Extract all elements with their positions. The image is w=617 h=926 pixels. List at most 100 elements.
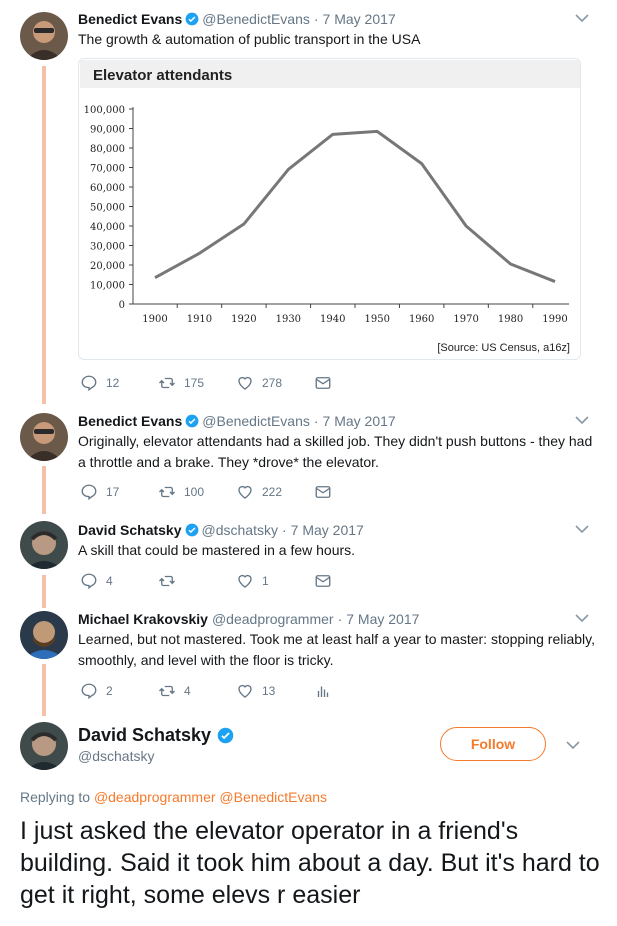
x-tick-label: 1970 — [453, 314, 478, 325]
author-name[interactable]: David Schatsky — [78, 723, 211, 747]
tweet-date[interactable]: 7 May 2017 — [323, 9, 396, 29]
x-tick-label: 1920 — [231, 314, 256, 325]
chevron-down-icon[interactable] — [575, 524, 589, 534]
separator: · — [313, 413, 319, 429]
chevron-down-icon[interactable] — [575, 415, 589, 425]
main-author[interactable]: David Schatsky — [78, 723, 237, 747]
verified-badge-icon — [185, 414, 199, 428]
separator: · — [337, 611, 343, 627]
follow-button[interactable]: Follow — [440, 727, 546, 761]
verified-badge-icon — [217, 727, 234, 744]
direct-message-button[interactable] — [314, 572, 344, 590]
x-tick-label: 1930 — [276, 314, 301, 325]
chart-card[interactable]: Elevator attendants 0 10,000 20,000 30,000 4… — [78, 58, 581, 360]
replying-prefix: Replying to — [20, 789, 91, 805]
reply-icon — [81, 683, 97, 700]
x-axis: 1900 1910 1920 1930 1940 1950 1960 1970 1980 1990 — [133, 303, 569, 325]
analytics-button[interactable] — [314, 682, 344, 700]
like-button[interactable]: 13 — [236, 682, 314, 700]
verified-badge-icon — [185, 12, 199, 26]
retweet-button[interactable]: 100 — [158, 483, 236, 501]
like-count: 278 — [262, 376, 283, 390]
author-handle[interactable]: @dschatsky — [78, 748, 154, 764]
separator: · — [313, 11, 319, 27]
x-tick-label: 1900 — [142, 314, 167, 325]
direct-message-button[interactable] — [314, 374, 344, 392]
chart-source: [Source: US Census, a16z] — [437, 342, 570, 354]
tweet-text: Learned, but not mastered. Took me at le… — [78, 631, 595, 668]
separator: · — [281, 522, 287, 538]
reply-count: 4 — [106, 574, 113, 588]
avatar[interactable] — [20, 12, 68, 60]
author-handle[interactable]: @BenedictEvans — [202, 9, 310, 29]
thread-line — [42, 664, 46, 716]
direct-message-button[interactable] — [314, 483, 344, 501]
reply-icon — [81, 484, 97, 501]
main-tweet-text: I just asked the elevator operator in a … — [20, 817, 600, 909]
y-tick-label: 60,000 — [90, 183, 125, 194]
replying-mentions[interactable]: @deadprogrammer @BenedictEvans — [94, 789, 327, 805]
like-count: 222 — [262, 485, 283, 499]
like-button[interactable]: 1 — [236, 572, 314, 590]
avatar[interactable] — [20, 722, 68, 770]
reply-button[interactable]: 12 — [80, 374, 158, 392]
retweet-button[interactable]: 4 — [158, 682, 236, 700]
avatar[interactable] — [20, 413, 68, 461]
series — [154, 129, 556, 283]
avatar[interactable] — [20, 611, 68, 659]
x-tick-label: 1950 — [364, 314, 389, 325]
chevron-down-icon[interactable] — [566, 740, 580, 750]
retweet-icon — [159, 685, 175, 697]
y-tick-label: 30,000 — [90, 242, 125, 253]
avatar[interactable] — [20, 521, 68, 569]
tweet-date[interactable]: 7 May 2017 — [291, 520, 364, 540]
tweet[interactable]: Benedict Evans @BenedictEvans · 7 May 20… — [78, 9, 597, 50]
envelope-icon — [315, 486, 331, 498]
tweet[interactable]: Benedict Evans @BenedictEvans · 7 May 20… — [78, 411, 597, 473]
tweet[interactable]: David Schatsky @dschatsky · 7 May 2017 A… — [78, 520, 597, 561]
chevron-down-icon[interactable] — [575, 13, 589, 23]
reply-button[interactable]: 17 — [80, 483, 158, 501]
author-handle[interactable]: @BenedictEvans — [202, 411, 310, 431]
y-tick-label: 50,000 — [90, 203, 125, 214]
x-tick-label: 1980 — [498, 314, 523, 325]
author-handle[interactable]: @dschatsky — [202, 520, 278, 540]
retweet-count: 4 — [184, 684, 191, 698]
heart-icon — [238, 485, 252, 499]
tweet-date[interactable]: 7 May 2017 — [323, 411, 396, 431]
tweet-date[interactable]: 7 May 2017 — [346, 609, 419, 629]
reply-button[interactable]: 2 — [80, 682, 158, 700]
retweet-button[interactable] — [158, 572, 236, 590]
y-axis: 0 10,000 20,000 30,000 40,000 50,000 60,000 70,… — [84, 105, 134, 311]
author-handle[interactable]: @deadprogrammer — [212, 609, 334, 629]
author-name[interactable]: Michael Krakovskiy — [78, 609, 208, 629]
tweet[interactable]: Michael Krakovskiy @deadprogrammer · 7 M… — [78, 609, 597, 671]
thread-line — [42, 575, 46, 608]
y-tick-label: 100,000 — [84, 105, 125, 116]
envelope-icon — [315, 575, 331, 587]
retweet-count: 175 — [184, 376, 205, 390]
x-tick-label: 1940 — [320, 314, 345, 325]
tweet-text: A skill that could be mastered in a few … — [78, 542, 356, 558]
retweet-button[interactable]: 175 — [158, 374, 236, 392]
retweet-count: 100 — [184, 485, 205, 499]
thread-line — [42, 466, 46, 514]
x-tick-label: 1960 — [409, 314, 434, 325]
y-tick-label: 80,000 — [90, 144, 125, 155]
author-name[interactable]: David Schatsky — [78, 520, 182, 540]
author-name[interactable]: Benedict Evans — [78, 411, 182, 431]
tweet-actions: 4 1 — [80, 571, 344, 591]
tweet-actions: 12 175 278 — [80, 373, 344, 393]
tweet-actions: 2 4 13 — [80, 681, 344, 701]
like-button[interactable]: 222 — [236, 483, 314, 501]
tweet-text: Originally, elevator attendants had a sk… — [78, 433, 593, 470]
author-name[interactable]: Benedict Evans — [78, 9, 182, 29]
tweet-text: The growth & automation of public transp… — [78, 31, 421, 47]
thread-line — [42, 66, 46, 404]
chevron-down-icon[interactable] — [575, 613, 589, 623]
reply-button[interactable]: 4 — [80, 572, 158, 590]
like-button[interactable]: 278 — [236, 374, 314, 392]
heart-icon — [238, 376, 252, 390]
like-count: 1 — [262, 574, 269, 588]
series-line — [154, 129, 556, 283]
